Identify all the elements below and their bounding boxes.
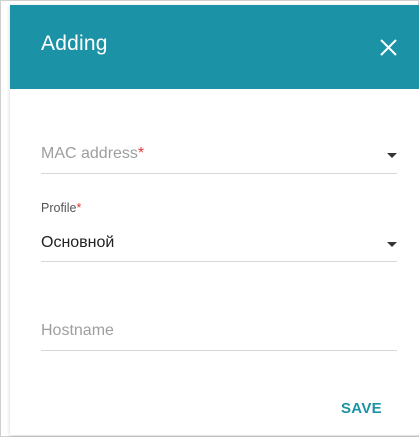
profile-select[interactable]: Profile* Основной: [41, 200, 397, 265]
profile-label: Profile*: [41, 201, 82, 215]
mac-address-placeholder: MAC address*: [41, 145, 144, 163]
chevron-down-icon[interactable]: [387, 242, 397, 247]
field-underline: [41, 173, 397, 174]
dialog-title: Adding: [41, 32, 108, 55]
hostname-field[interactable]: Hostname: [41, 315, 397, 355]
adding-dialog: Adding MAC address* Profile* Основной Ho…: [10, 5, 419, 435]
chevron-down-icon[interactable]: [387, 153, 397, 158]
mac-address-label: MAC address: [41, 145, 138, 162]
save-button[interactable]: SAVE: [341, 400, 382, 417]
profile-value: Основной: [41, 234, 115, 251]
dialog-header: Adding: [10, 5, 419, 89]
close-icon[interactable]: [379, 38, 398, 57]
required-mark: *: [76, 201, 82, 215]
required-mark: *: [137, 145, 145, 162]
field-underline: [41, 261, 397, 262]
field-underline: [41, 350, 397, 351]
mac-address-select[interactable]: MAC address*: [41, 135, 397, 175]
hostname-placeholder: Hostname: [41, 322, 114, 339]
